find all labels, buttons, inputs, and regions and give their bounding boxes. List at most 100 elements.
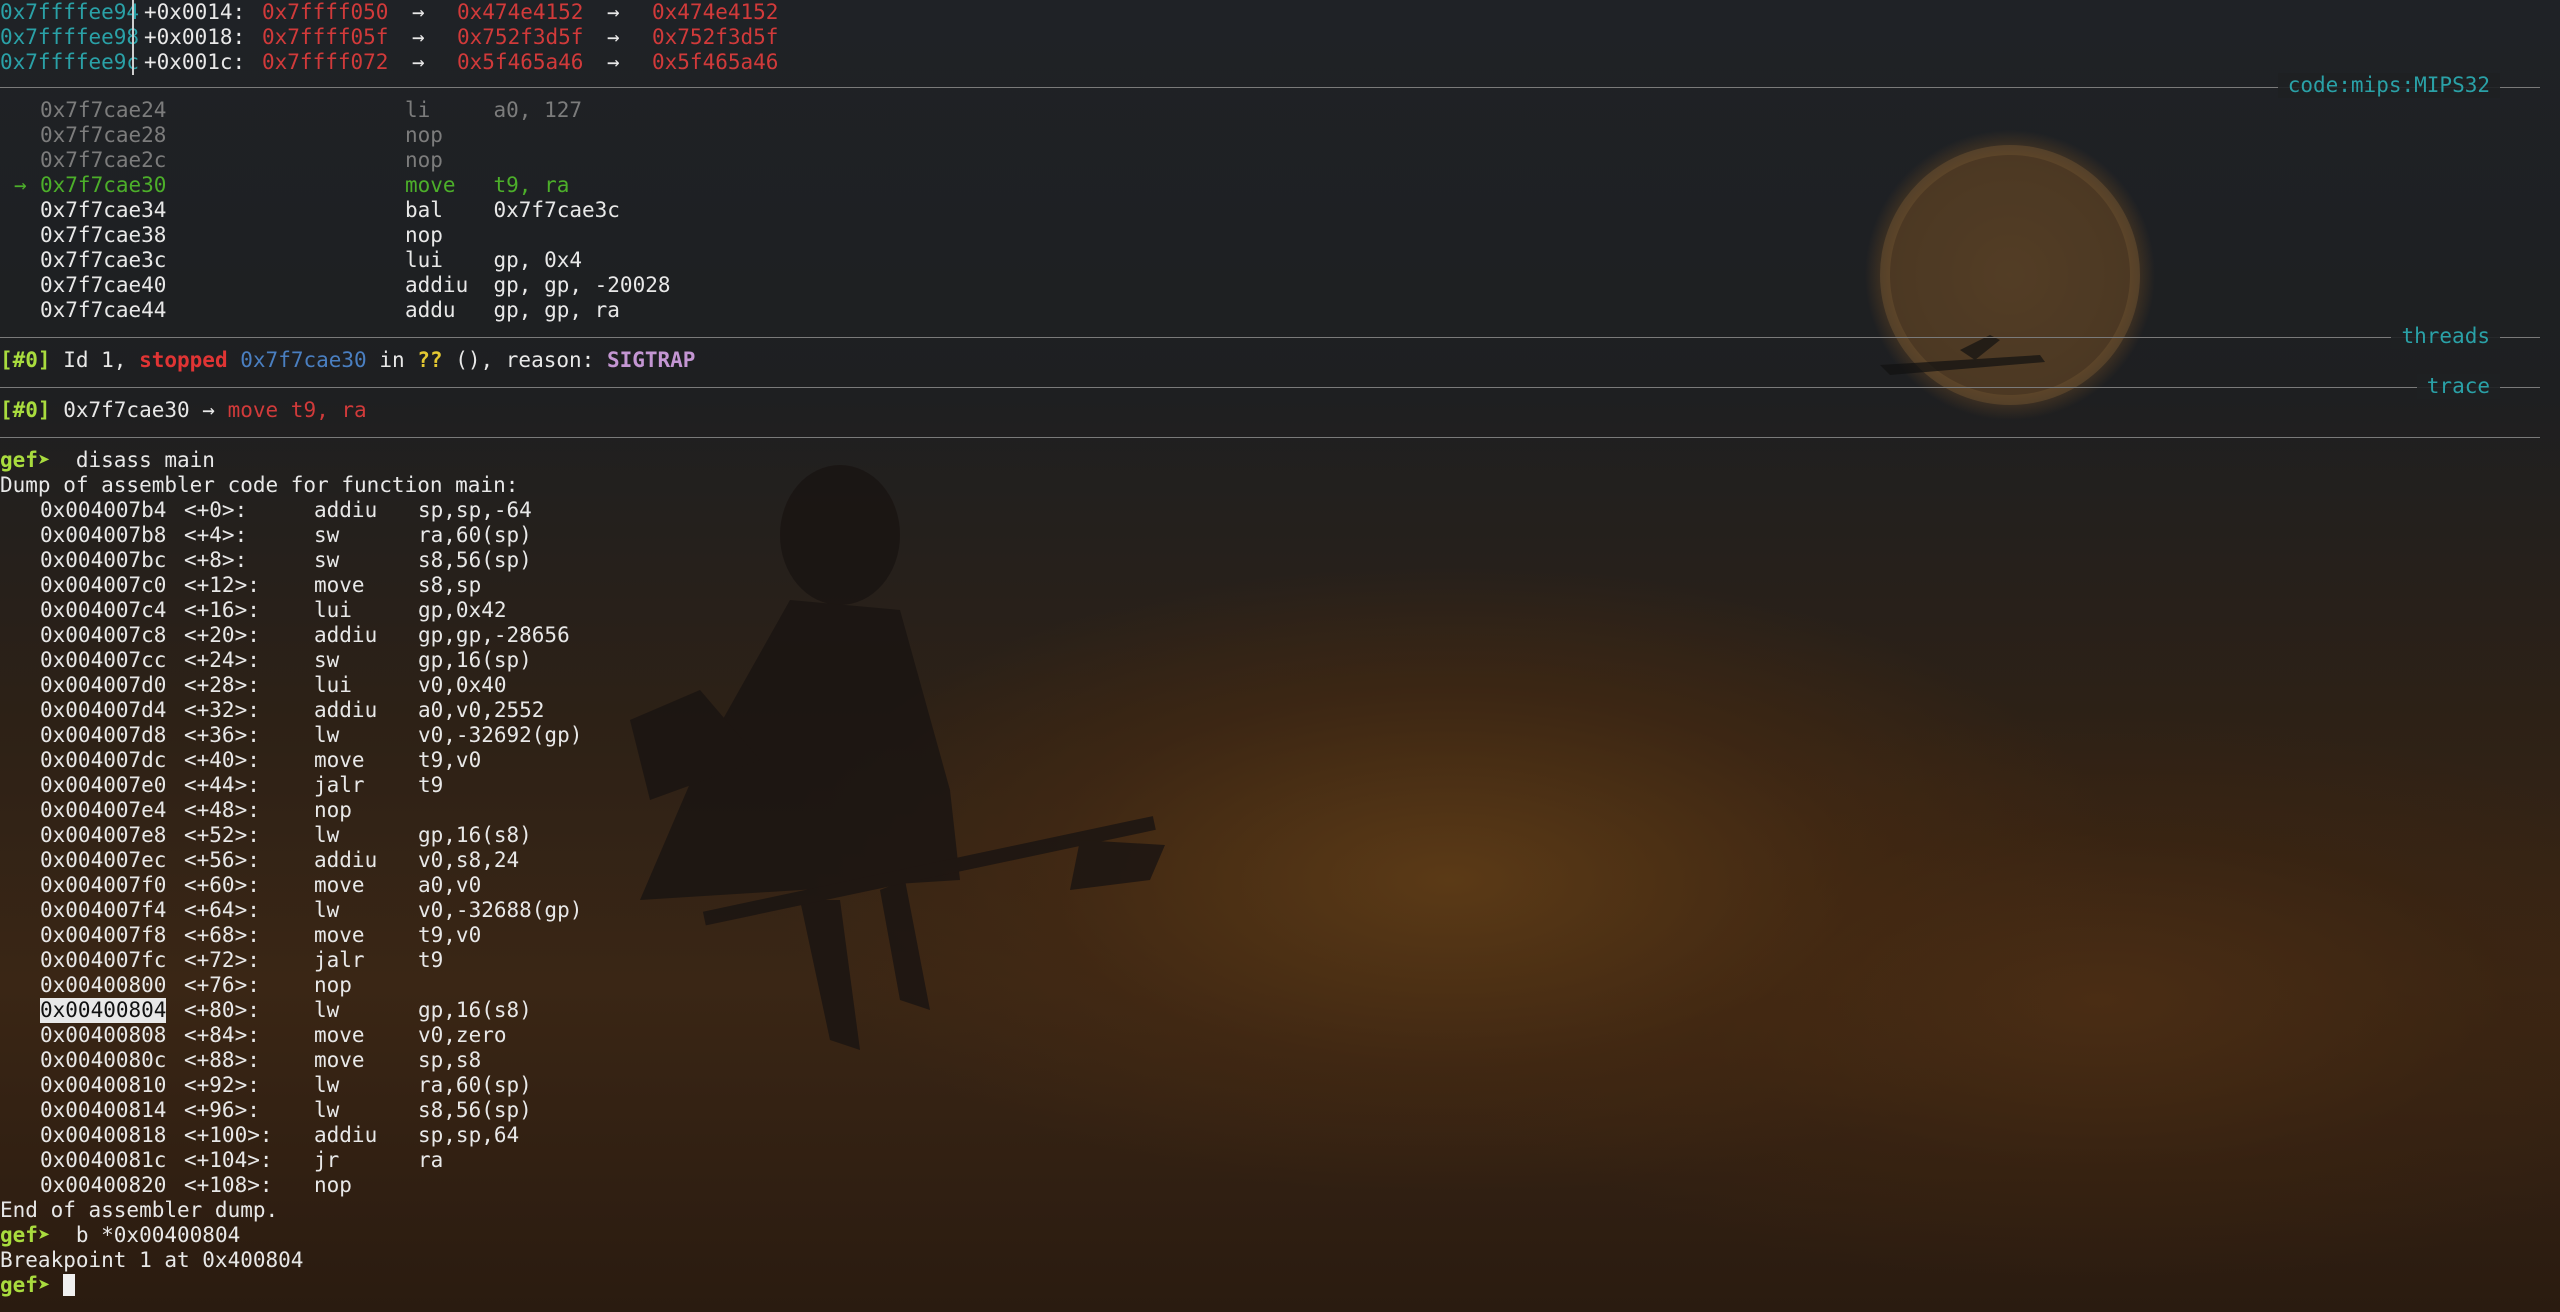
disasm-addr: 0x00400810 — [40, 1073, 167, 1097]
code-instruction: move t9, ra — [405, 173, 570, 197]
stack-v3: 0x5f465a46 — [652, 50, 779, 74]
disasm-op: sw — [314, 548, 340, 572]
disasm-args: t9,v0 — [418, 748, 482, 772]
code-address: 0x7f7cae34 — [40, 198, 167, 222]
code-prefix — [14, 223, 39, 248]
command-line-disass: gef➤ disass main — [0, 448, 215, 472]
code-address: 0x7f7cae38 — [40, 223, 167, 247]
disasm-addr[interactable]: 0x00400804 — [40, 998, 167, 1023]
disasm-op: lw — [314, 1073, 340, 1097]
stack-addr: 0x7ffffee94 — [0, 0, 140, 24]
disasm-op: addiu — [314, 1123, 378, 1147]
disasm-addr: 0x00400814 — [40, 1098, 167, 1122]
disasm-args: gp,16(sp) — [418, 648, 532, 672]
disasm-addr: 0x0040080c — [40, 1048, 167, 1072]
disasm-off: <+60>: — [184, 873, 260, 897]
code-address: 0x7f7cae3c — [40, 248, 167, 272]
disasm-off: <+12>: — [184, 573, 260, 597]
disasm-args: a0,v0,2552 — [418, 698, 545, 722]
disasm-op: nop — [314, 798, 352, 822]
stack-divider — [132, 0, 134, 75]
command-line-breakpoint: gef➤ b *0x00400804 — [0, 1223, 241, 1247]
disasm-off: <+56>: — [184, 848, 260, 872]
code-section-label: code:mips:MIPS32 — [2277, 73, 2500, 98]
terminal[interactable]: 0x7ffffee94 +0x0014: 0x7ffff050 → 0x474e4152… — [0, 0, 2560, 1312]
disasm-op: move — [314, 873, 365, 897]
disasm-args: ra,60(sp) — [418, 1073, 532, 1097]
disasm-off: <+104>: — [184, 1148, 273, 1172]
disasm-args: s8,sp — [418, 573, 482, 597]
stack-off: +0x0014: — [144, 0, 246, 24]
disasm-off: <+8>: — [184, 548, 248, 572]
disasm-addr: 0x004007e8 — [40, 823, 167, 847]
disasm-op: move — [314, 573, 365, 597]
disasm-addr: 0x004007b8 — [40, 523, 167, 547]
disasm-args: sp,sp,64 — [418, 1123, 520, 1147]
disasm-addr: 0x004007fc — [40, 948, 167, 972]
disasm-op: jalr — [314, 948, 365, 972]
disasm-off: <+24>: — [184, 648, 260, 672]
dump-header: Dump of assembler code for function main… — [0, 473, 519, 497]
disasm-off: <+68>: — [184, 923, 260, 947]
disasm-op: move — [314, 748, 365, 772]
disasm-args: ra,60(sp) — [418, 523, 532, 547]
disasm-addr: 0x004007e4 — [40, 798, 167, 822]
prompt: gef➤ — [0, 448, 51, 472]
disasm-off: <+48>: — [184, 798, 260, 822]
text-cursor[interactable] — [63, 1274, 76, 1296]
active-prompt-line[interactable]: gef➤ — [0, 1273, 76, 1298]
code-address: 0x7f7cae24 — [40, 98, 167, 122]
code-prefix — [14, 198, 39, 223]
disasm-op: addiu — [314, 698, 378, 722]
disasm-off: <+28>: — [184, 673, 260, 697]
code-instruction: bal 0x7f7cae3c — [405, 198, 620, 222]
disasm-addr: 0x004007dc — [40, 748, 167, 772]
disasm-off: <+52>: — [184, 823, 260, 847]
disasm-addr: 0x00400800 — [40, 973, 167, 997]
disasm-args: t9,v0 — [418, 923, 482, 947]
code-instruction: li a0, 127 — [405, 98, 583, 122]
disasm-addr: 0x00400820 — [40, 1173, 167, 1197]
disasm-op: nop — [314, 973, 352, 997]
disasm-args: gp,gp,-28656 — [418, 623, 570, 647]
code-address: 0x7f7cae40 — [40, 273, 167, 297]
code-prefix — [14, 273, 39, 298]
disasm-op: lui — [314, 673, 352, 697]
disasm-addr: 0x004007f0 — [40, 873, 167, 897]
code-prefix: → — [14, 173, 40, 197]
threads-section-label: threads — [2391, 324, 2500, 349]
code-prefix — [14, 98, 39, 123]
stack-addr: 0x7ffffee98 — [0, 25, 140, 49]
disasm-args: ra — [418, 1148, 444, 1172]
code-address: 0x7f7cae30 — [40, 173, 167, 197]
threads-section-separator — [0, 337, 2540, 338]
disasm-args: a0,v0 — [418, 873, 482, 897]
disasm-args: sp,sp,-64 — [418, 498, 532, 522]
disasm-op: sw — [314, 648, 340, 672]
code-instruction: nop — [405, 223, 443, 247]
prompt: gef➤ — [0, 1223, 51, 1247]
code-address: 0x7f7cae2c — [40, 148, 167, 172]
disasm-addr: 0x004007bc — [40, 548, 167, 572]
disasm-off: <+76>: — [184, 973, 260, 997]
disasm-op: lui — [314, 598, 352, 622]
disasm-addr: 0x004007f8 — [40, 923, 167, 947]
disasm-off: <+72>: — [184, 948, 260, 972]
disasm-op: lw — [314, 898, 340, 922]
code-prefix — [14, 298, 39, 323]
disasm-addr: 0x004007b4 — [40, 498, 167, 522]
stack-v1: 0x7ffff05f — [262, 25, 389, 49]
disasm-addr: 0x00400808 — [40, 1023, 167, 1047]
context-end-separator — [0, 437, 2540, 438]
stack-off: +0x0018: — [144, 25, 246, 49]
disasm-off: <+88>: — [184, 1048, 260, 1072]
code-instruction: nop — [405, 148, 443, 172]
disasm-args: v0,s8,24 — [418, 848, 520, 872]
code-prefix — [14, 123, 39, 148]
breakpoint-message: Breakpoint 1 at 0x400804 — [0, 1248, 304, 1272]
disasm-off: <+4>: — [184, 523, 248, 547]
disasm-args: v0,-32692(gp) — [418, 723, 583, 747]
disasm-off: <+36>: — [184, 723, 260, 747]
disasm-op: lw — [314, 998, 340, 1022]
disasm-off: <+80>: — [184, 998, 260, 1022]
